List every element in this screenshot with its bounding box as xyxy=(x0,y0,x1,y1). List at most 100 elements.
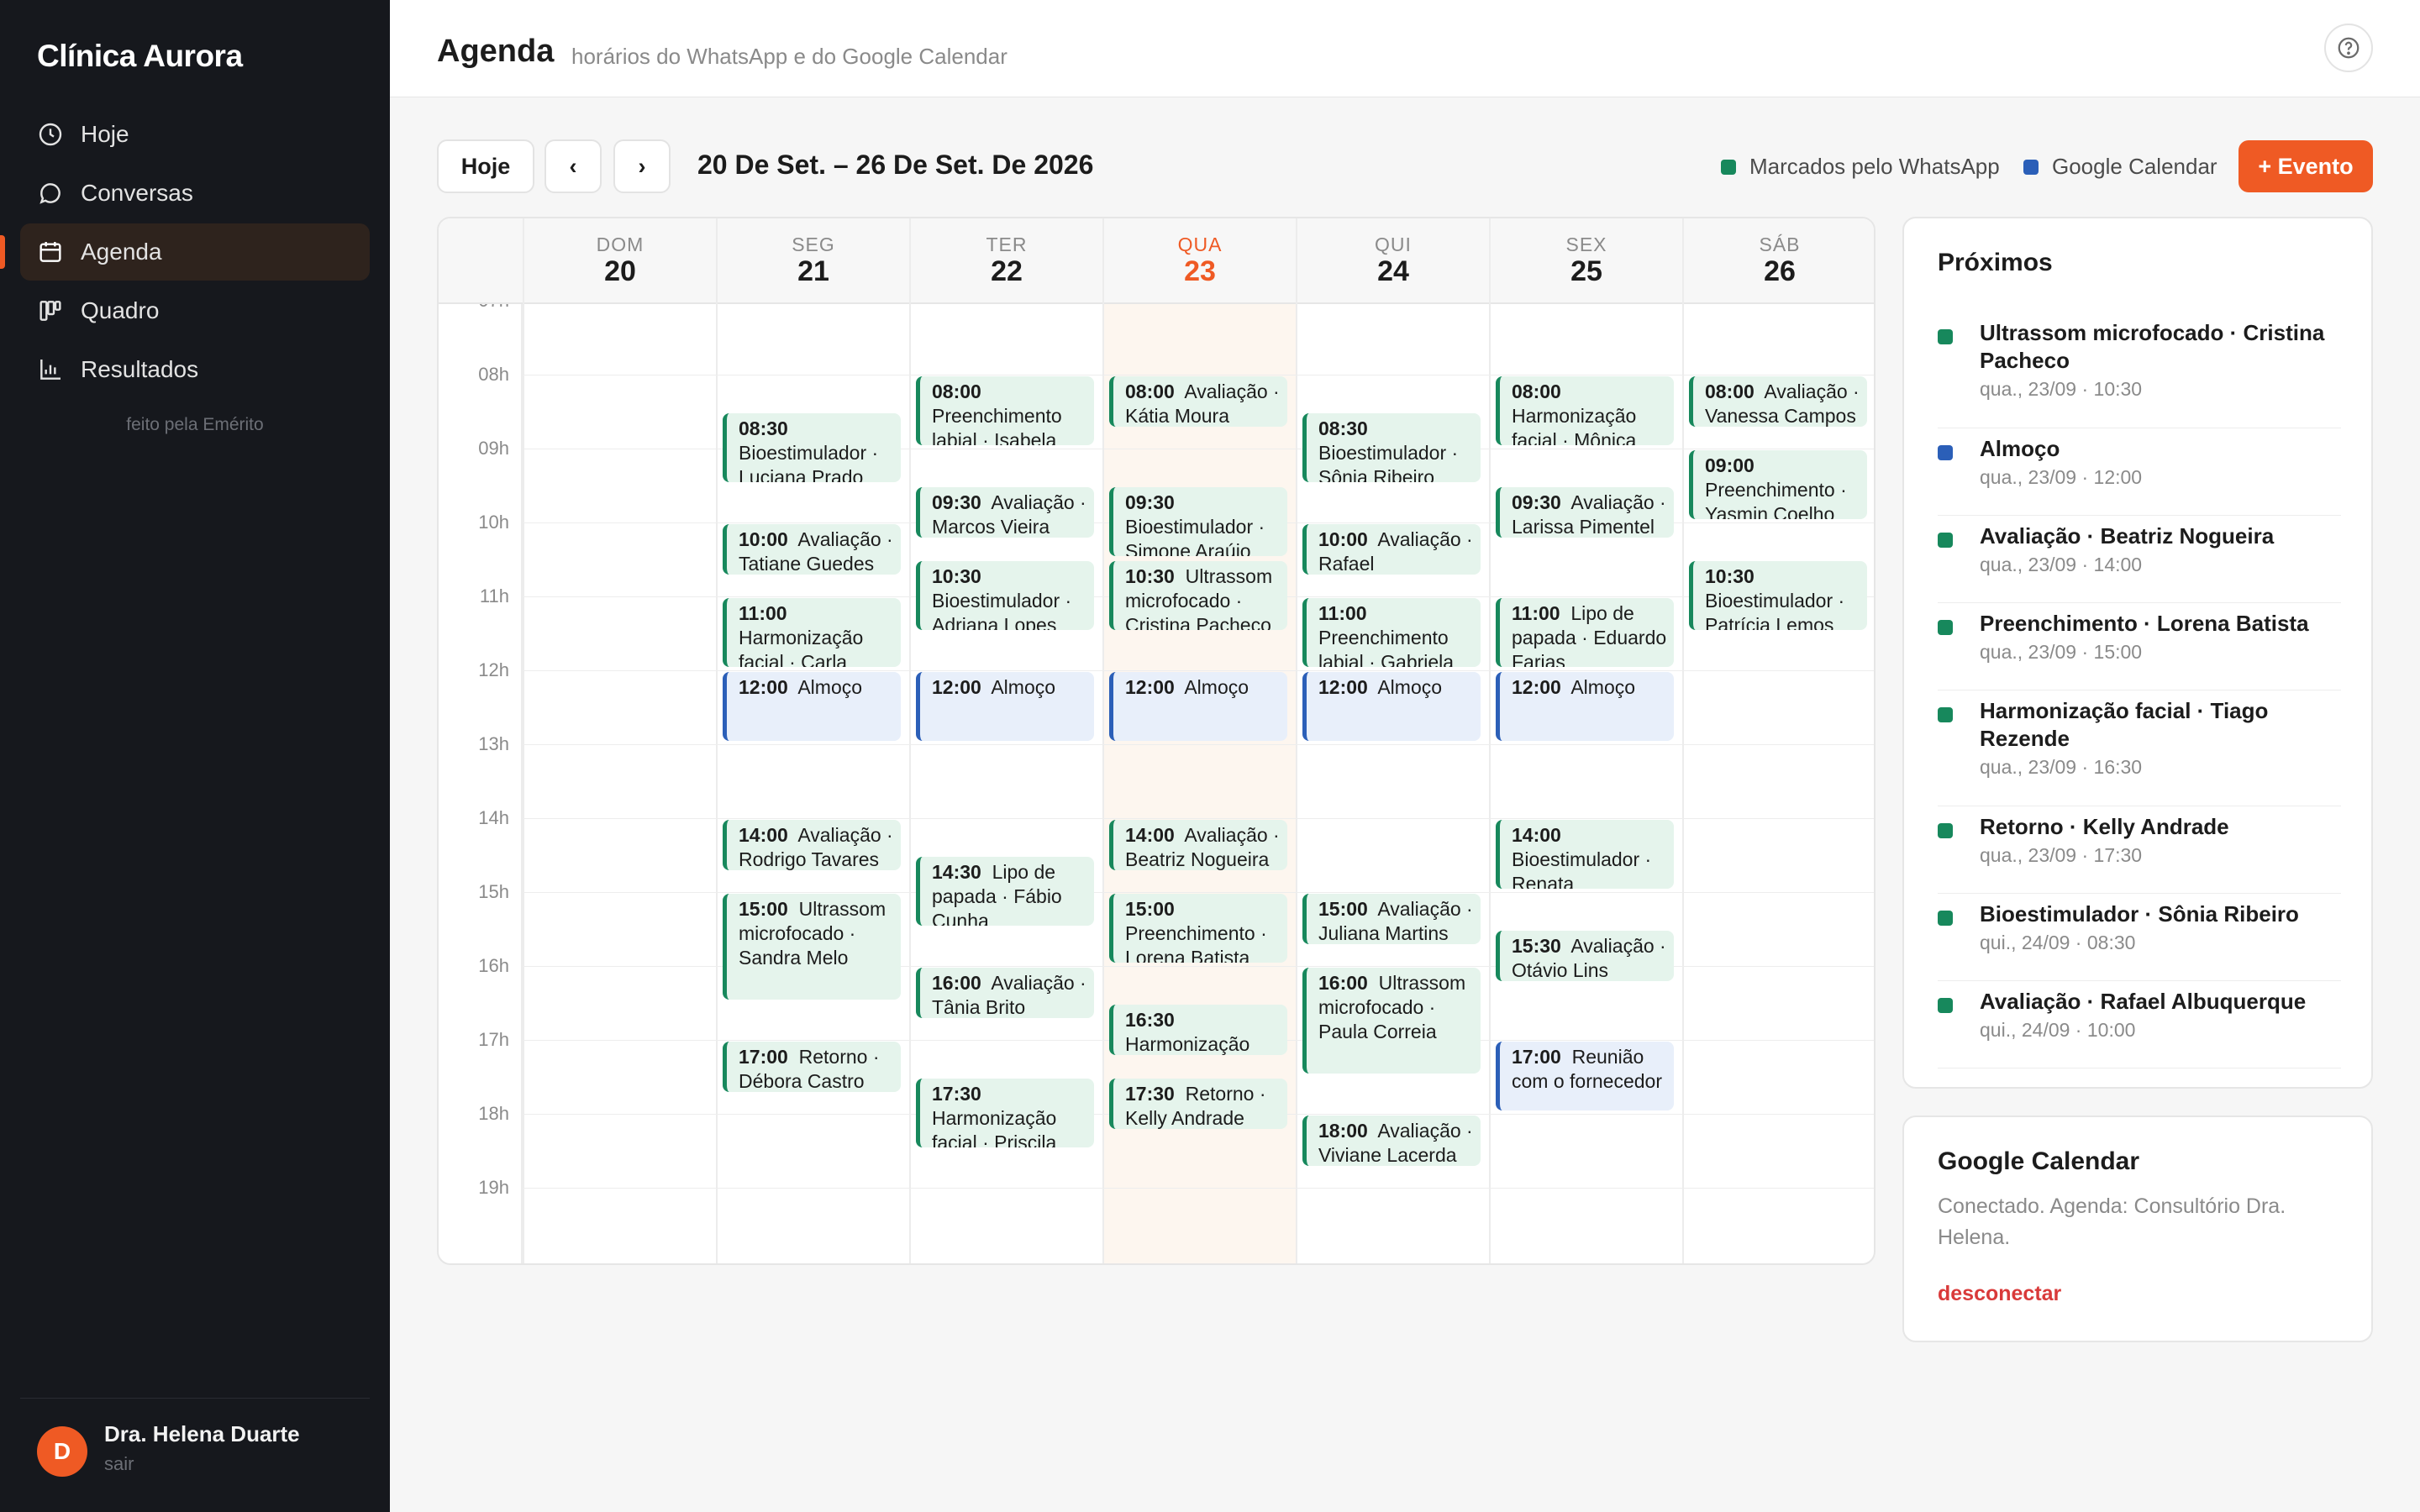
event-whatsapp[interactable]: 17:30 Harmonização facial · Priscila xyxy=(916,1079,1094,1147)
event-whatsapp[interactable]: 15:30 Avaliação · Otávio Lins xyxy=(1496,931,1674,981)
today-button[interactable]: Hoje xyxy=(437,139,534,193)
event-whatsapp[interactable]: 10:00 Avaliação · Rafael xyxy=(1302,524,1481,575)
avatar: D xyxy=(37,1426,87,1477)
event-whatsapp[interactable]: 11:00 Lipo de papada · Eduardo Farias xyxy=(1496,598,1674,667)
event-time: 09:30 xyxy=(1512,491,1561,513)
source-dot xyxy=(1938,329,1953,344)
google-legend-swatch xyxy=(2023,159,2039,175)
event-whatsapp[interactable]: 08:30 Bioestimulador · Luciana Prado xyxy=(723,413,901,482)
event-title: Preenchimento labial · Gabriela xyxy=(1318,627,1455,667)
sidebar-item-conversas[interactable]: Conversas xyxy=(20,165,370,222)
event-google[interactable]: 17:00 Reunião com o fornecedor xyxy=(1496,1042,1674,1110)
event-whatsapp[interactable]: 10:00 Avaliação · Tatiane Guedes xyxy=(723,524,901,575)
event-whatsapp[interactable]: 16:30 Harmonização xyxy=(1109,1005,1287,1055)
day-name: QUA xyxy=(1177,234,1223,255)
add-event-button[interactable]: + Evento xyxy=(2238,140,2373,192)
event-time: 15:30 xyxy=(1512,935,1561,957)
source-dot xyxy=(1938,823,1953,838)
event-time: 10:30 xyxy=(1125,565,1175,587)
event-whatsapp[interactable]: 14:00 Avaliação · Rodrigo Tavares xyxy=(723,820,901,870)
upcoming-item[interactable]: Almoço qua., 23/09 · 12:00 xyxy=(1938,435,2341,516)
event-time: 14:00 xyxy=(739,824,788,846)
event-title: Bioestimulador · Renata xyxy=(1512,848,1652,889)
event-time: 17:00 xyxy=(1512,1046,1561,1068)
sidebar-item-resultados[interactable]: Resultados xyxy=(20,341,370,398)
sidebar-item-hoje[interactable]: Hoje xyxy=(20,106,370,163)
event-whatsapp[interactable]: 10:30 Ultrassom microfocado · Cristina P… xyxy=(1109,561,1287,630)
event-whatsapp[interactable]: 18:00 Avaliação · Viviane Lacerda xyxy=(1302,1116,1481,1166)
event-google[interactable]: 12:00 Almoço xyxy=(1109,672,1287,741)
user-name: Dra. Helena Duarte xyxy=(104,1421,300,1446)
event-whatsapp[interactable]: 08:00 Harmonização facial · Mônica xyxy=(1496,376,1674,445)
event-whatsapp[interactable]: 10:30 Bioestimulador · Patrícia Lemos xyxy=(1689,561,1867,630)
upcoming-item[interactable]: Preenchimento · Lorena Batista qua., 23/0… xyxy=(1938,610,2341,690)
event-whatsapp[interactable]: 14:00 Avaliação · Beatriz Nogueira xyxy=(1109,820,1287,870)
event-time: 17:30 xyxy=(932,1083,981,1105)
event-title: Preenchimento labial · Isabela xyxy=(932,405,1062,445)
event-time: 08:00 xyxy=(1512,381,1561,402)
upcoming-item[interactable]: Harmonização facial · Tiago Rezende qua.,… xyxy=(1938,697,2341,806)
sidebar-item-quadro[interactable]: Quadro xyxy=(20,282,370,339)
hour-label: 17h xyxy=(478,1029,509,1050)
event-google[interactable]: 12:00 Almoço xyxy=(1496,672,1674,741)
upcoming-item[interactable]: Retorno · Kelly Andrade qua., 23/09 · 17:… xyxy=(1938,813,2341,894)
upcoming-item[interactable]: Avaliação · Rafael Albuquerque qui., 24/0… xyxy=(1938,988,2341,1068)
event-time: 15:00 xyxy=(739,898,788,920)
event-whatsapp[interactable]: 08:00 Avaliação · Vanessa Campos xyxy=(1689,376,1867,427)
upcoming-item-when: qui., 24/09 · 10:00 xyxy=(1980,1019,2136,1041)
event-google[interactable]: 12:00 Almoço xyxy=(916,672,1094,741)
upcoming-item[interactable]: Bioestimulador · Sônia Ribeiro qui., 24/0… xyxy=(1938,900,2341,981)
disconnect-link[interactable]: desconectar xyxy=(1938,1282,2061,1306)
google-status: Conectado. Agenda: Consultório Dra. Hele… xyxy=(1938,1194,2286,1249)
day-number: 23 xyxy=(1184,255,1216,287)
event-time: 09:30 xyxy=(1125,491,1175,513)
event-whatsapp[interactable]: 11:00 Preenchimento labial · Gabriela xyxy=(1302,598,1481,667)
event-title: Bioestimulador · Patrícia Lemos xyxy=(1705,590,1845,630)
help-button[interactable] xyxy=(2324,24,2373,72)
source-dot xyxy=(1938,445,1953,460)
event-whatsapp[interactable]: 15:00 Preenchimento · Lorena Batista xyxy=(1109,894,1287,963)
event-whatsapp[interactable]: 14:30 Lipo de papada · Fábio Cunha xyxy=(916,857,1094,926)
event-time: 09:00 xyxy=(1705,454,1754,476)
calendar-body[interactable]: 07h 08h 09h 10h 11h 12h 13h 14h 15h 16h 17h 18h 19h 0… xyxy=(439,304,1874,1263)
event-whatsapp[interactable]: 11:00 Harmonização facial · Carla xyxy=(723,598,901,667)
prev-week-button[interactable]: ‹ xyxy=(544,139,602,193)
event-google[interactable]: 12:00 Almoço xyxy=(1302,672,1481,741)
event-title: Almoço xyxy=(1184,676,1249,698)
hour-label: 14h xyxy=(478,807,509,828)
event-title: Almoço xyxy=(1377,676,1443,698)
event-time: 12:00 xyxy=(1318,676,1368,698)
event-time: 08:00 xyxy=(932,381,981,402)
event-whatsapp[interactable]: 09:30 Bioestimulador · Simone Araújo xyxy=(1109,487,1287,556)
event-whatsapp[interactable]: 16:00 Ultrassom microfocado · Paula Corr… xyxy=(1302,968,1481,1074)
event-time: 10:30 xyxy=(1705,565,1754,587)
calendar-header: DOM 20 SEG 21 TER 22 QUA 23 QUI 24 SEX 25 SÁB 26 xyxy=(439,218,1874,304)
event-whatsapp[interactable]: 16:00 Avaliação · Tânia Brito xyxy=(916,968,1094,1018)
event-whatsapp[interactable]: 09:30 Avaliação · Larissa Pimentel xyxy=(1496,487,1674,538)
sidebar-item-label: Agenda xyxy=(81,239,162,265)
logout-link[interactable]: sair xyxy=(104,1453,134,1475)
event-whatsapp[interactable]: 15:00 Avaliação · Juliana Martins xyxy=(1302,894,1481,944)
event-whatsapp[interactable]: 08:00 Preenchimento labial · Isabela xyxy=(916,376,1094,445)
sidebar-item-agenda[interactable]: Agenda xyxy=(0,223,370,281)
next-week-button[interactable]: › xyxy=(613,139,671,193)
event-whatsapp[interactable]: 15:00 Ultrassom microfocado · Sandra Mel… xyxy=(723,894,901,1000)
event-whatsapp[interactable]: 08:00 Avaliação · Kátia Moura xyxy=(1109,376,1287,427)
event-whatsapp[interactable]: 09:00 Preenchimento · Yasmin Coelho xyxy=(1689,450,1867,519)
event-time: 12:00 xyxy=(932,676,981,698)
event-whatsapp[interactable]: 10:30 Bioestimulador · Adriana Lopes xyxy=(916,561,1094,630)
event-time: 14:00 xyxy=(1512,824,1561,846)
calendar-icon xyxy=(39,242,61,262)
event-whatsapp[interactable]: 08:30 Bioestimulador · Sônia Ribeiro xyxy=(1302,413,1481,482)
source-dot xyxy=(1938,533,1953,548)
upcoming-item[interactable]: Ultrassom microfocado · Cristina Pacheco… xyxy=(1938,319,2341,428)
day-name: SÁB xyxy=(1759,234,1801,255)
event-whatsapp[interactable]: 14:00 Bioestimulador · Renata xyxy=(1496,820,1674,889)
event-whatsapp[interactable]: 09:30 Avaliação · Marcos Vieira xyxy=(916,487,1094,538)
event-whatsapp[interactable]: 17:00 Retorno · Débora Castro xyxy=(723,1042,901,1092)
event-whatsapp[interactable]: 17:30 Retorno · Kelly Andrade xyxy=(1109,1079,1287,1129)
chart-icon xyxy=(40,360,60,380)
day-name: SEX xyxy=(1565,234,1607,255)
event-google[interactable]: 12:00 Almoço xyxy=(723,672,901,741)
upcoming-item[interactable]: Avaliação · Beatriz Nogueira qua., 23/09 … xyxy=(1938,522,2341,603)
